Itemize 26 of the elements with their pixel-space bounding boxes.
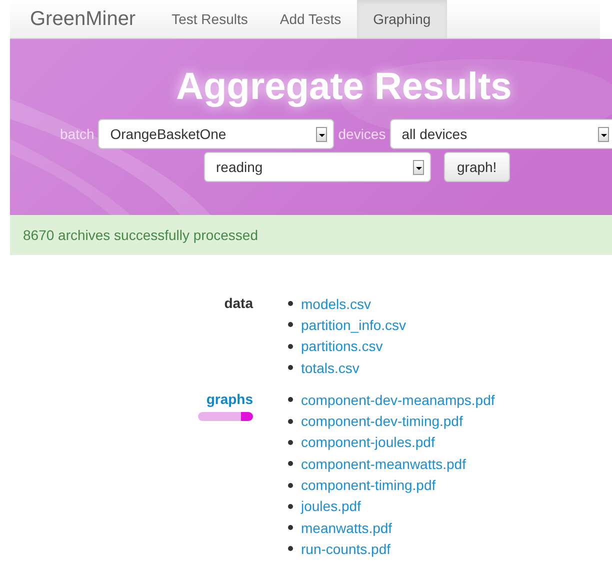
file-link[interactable]: component-meanwatts.pdf — [301, 456, 466, 472]
nav-tab[interactable]: Test Results — [156, 0, 264, 38]
file-link[interactable]: run-counts.pdf — [301, 540, 390, 557]
file-link[interactable]: joules.pdf — [301, 498, 361, 514]
file-link[interactable]: totals.csv — [301, 360, 360, 376]
field-label: batch — [60, 126, 94, 142]
file-link[interactable]: partition_info.csv — [301, 316, 406, 333]
field-label: devices — [338, 126, 386, 142]
file-link[interactable]: component-timing.pdf — [301, 477, 436, 494]
nav-tab[interactable]: Add Tests — [264, 0, 358, 38]
brand-link[interactable]: GreenMiner — [10, 0, 156, 38]
page-title: Aggregate Results — [176, 67, 513, 107]
select-field[interactable]: OrangeBasketOne — [98, 119, 334, 149]
group-label: graphs — [206, 390, 253, 410]
nav-tab[interactable]: Graphing — [357, 0, 447, 38]
file-link[interactable]: meanwatts.pdf — [301, 520, 392, 536]
file-link[interactable]: component-joules.pdf — [301, 434, 435, 450]
alert-message: 8670 archives successfully processed — [23, 227, 258, 243]
select-field[interactable]: reading — [204, 152, 431, 182]
file-link[interactable]: models.csv — [301, 296, 372, 312]
graph-button[interactable]: graph! — [444, 152, 510, 182]
file-link[interactable]: component-dev-meanamps.pdf — [301, 392, 495, 408]
group-label: data — [224, 294, 253, 313]
select-field[interactable]: all devices — [390, 119, 612, 149]
file-link[interactable]: partitions.csv — [301, 338, 383, 354]
file-link[interactable]: component-dev-timing.pdf — [301, 413, 463, 430]
